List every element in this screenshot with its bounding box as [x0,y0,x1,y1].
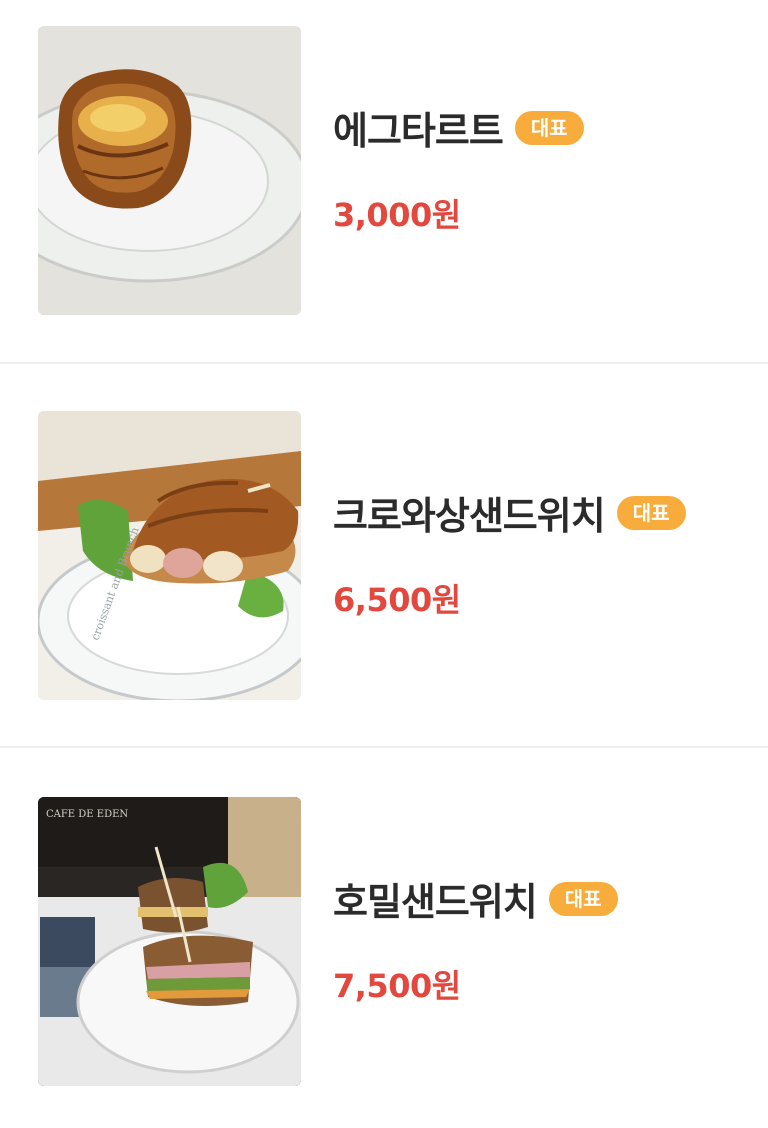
croissant-sandwich-image: croissant and Brunch [38,411,301,700]
item-price: 6,500원 [333,581,461,619]
rye-sandwich-image: CAFE DE EDEN [38,797,301,1086]
menu-list: 에그타르트 대표 3,000원 croissant and Brunch 크로와… [0,0,768,1128]
item-price: 7,500원 [333,967,461,1005]
sign-text: CAFE DE EDEN [46,809,128,820]
item-name-row: 에그타르트 대표 [333,100,584,155]
egg-tart-photo[interactable] [38,26,301,315]
signature-badge: 대표 [616,495,686,530]
menu-item-rye-sandwich[interactable]: CAFE DE EDEN 호밀샌드위치 대표 7,500원 [0,771,768,1128]
item-name: 호밀샌드위치 [333,880,538,924]
item-name: 에그타르트 [333,109,504,153]
item-name-row: 크로와상샌드위치 대표 [333,485,686,540]
egg-tart-image [38,26,301,315]
item-name: 크로와상샌드위치 [333,494,606,538]
item-price: 3,000원 [333,196,461,234]
menu-item-croissant-sandwich[interactable]: croissant and Brunch 크로와상샌드위치 대표 6,500원 [0,385,768,769]
item-name-row: 호밀샌드위치 대표 [333,871,618,926]
croissant-sandwich-photo[interactable]: croissant and Brunch [38,411,301,700]
divider [0,362,768,364]
signature-badge: 대표 [514,110,584,145]
menu-item-egg-tart[interactable]: 에그타르트 대표 3,000원 [0,0,768,384]
divider [0,746,768,748]
rye-sandwich-photo[interactable]: CAFE DE EDEN [38,797,301,1086]
signature-badge: 대표 [548,881,618,916]
